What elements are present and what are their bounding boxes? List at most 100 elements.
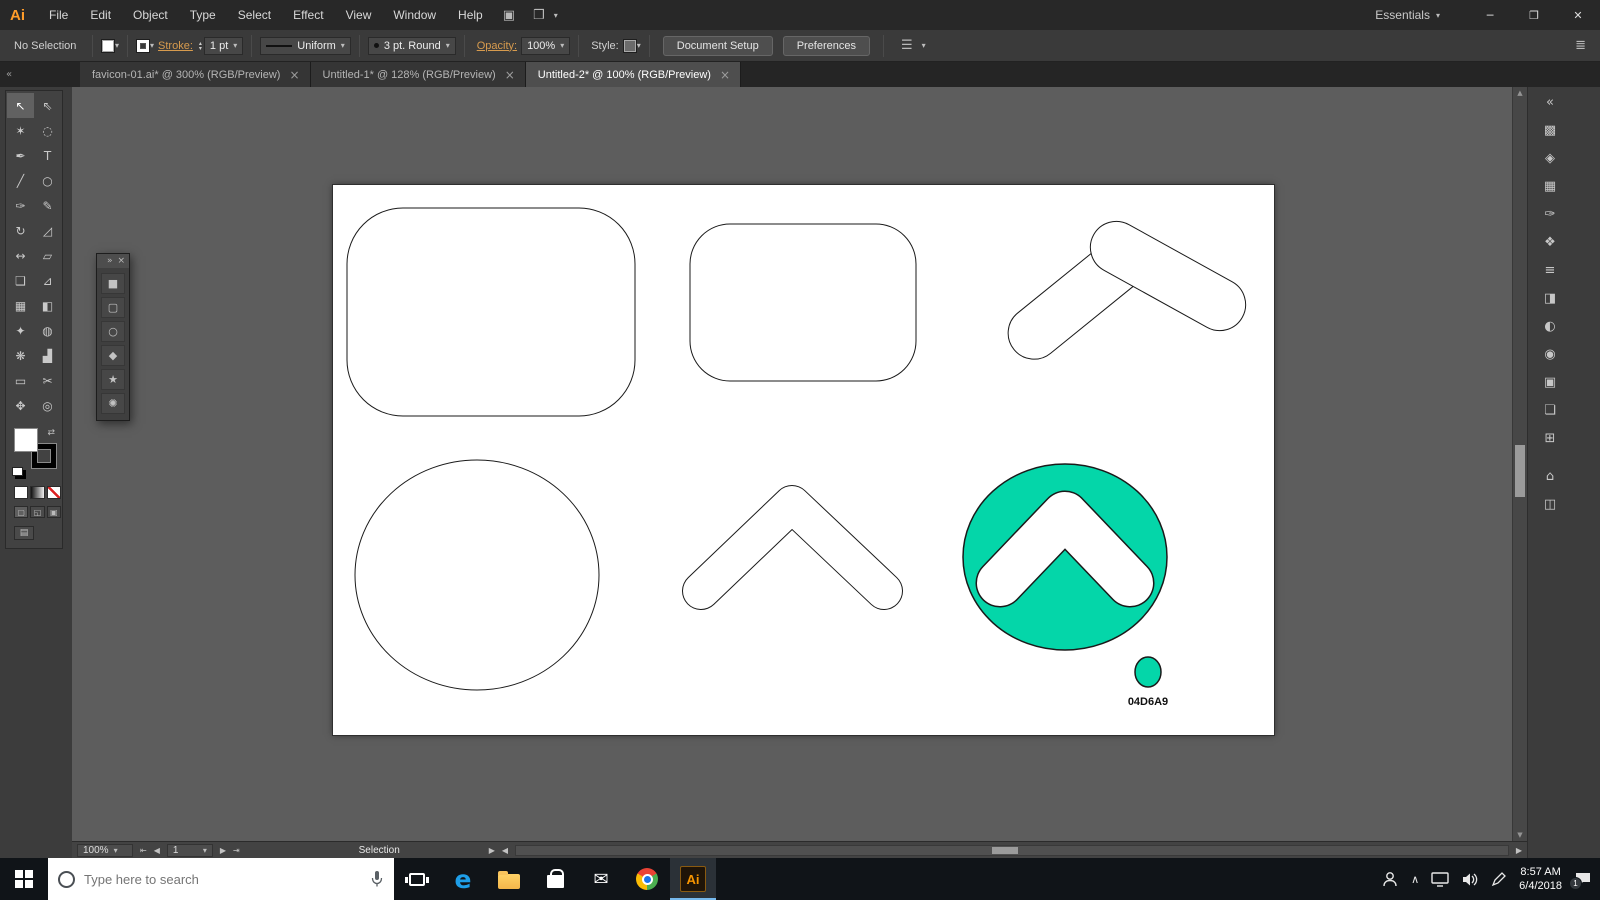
hand-tool[interactable]: ✥ [7,393,34,418]
graphic-styles-panel-icon[interactable]: ▣ [1535,370,1565,395]
rotate-tool[interactable]: ↻ [7,218,34,243]
layers-panel-icon[interactable]: ❏ [1535,398,1565,423]
store-taskbar-button[interactable] [532,858,578,900]
chrome-taskbar-button[interactable] [624,858,670,900]
teal-dot[interactable] [1135,657,1161,687]
expand-panels-icon[interactable]: « [1535,90,1565,115]
first-artboard-button[interactable]: ⇤ [140,846,147,855]
slice-tool[interactable]: ✂ [34,368,61,393]
opacity-select[interactable]: 100% ▾ [521,37,570,55]
scale-tool[interactable]: ◿ [34,218,61,243]
transparency-panel-icon[interactable]: ◐ [1535,314,1565,339]
stroke-weight-stepper[interactable]: ▴ ▾ [199,41,202,51]
lasso-tool[interactable]: ◌ [34,118,61,143]
close-button[interactable]: ✕ [1556,0,1600,30]
tab-close-icon[interactable]: × [289,68,299,82]
stroke-caret-icon[interactable]: ▾ [150,41,154,50]
menu-effect[interactable]: Effect [282,0,334,30]
previous-artboard-button[interactable]: ◀ [154,846,160,855]
selection-tool[interactable]: ↖ [7,93,34,118]
tab-favicon-01[interactable]: favicon-01.ai* @ 300% (RGB/Preview) × [80,62,311,87]
libraries-panel-icon[interactable]: ⌂ [1535,464,1565,489]
magic-wand-tool[interactable]: ✶ [7,118,34,143]
status-display[interactable]: Selection [277,845,482,856]
width-tool[interactable]: ↔ [7,243,34,268]
zoom-tool[interactable]: ◎ [34,393,61,418]
perspective-grid-tool[interactable]: ⊿ [34,268,61,293]
task-view-button[interactable] [394,858,440,900]
direct-selection-tool[interactable]: ⇖ [34,93,61,118]
style-caret-icon[interactable]: ▾ [637,41,641,50]
stock-search-icon[interactable]: ▣ [503,8,515,23]
artboards-panel-icon[interactable]: ⊞ [1535,426,1565,451]
windows-ink-pen-icon[interactable] [1491,871,1507,887]
fill-swatch[interactable] [14,428,38,452]
none-button[interactable] [47,486,61,499]
paintbrush-tool[interactable]: ✑ [7,193,34,218]
opacity-panel-link[interactable]: Opacity: [477,40,517,52]
menu-view[interactable]: View [335,0,383,30]
pencil-tool[interactable]: ✎ [34,193,61,218]
cortana-icon[interactable] [58,871,75,888]
mail-taskbar-button[interactable]: ✉ [578,858,624,900]
menu-help[interactable]: Help [447,0,494,30]
eyedropper-tool[interactable]: ✦ [7,318,34,343]
vertical-scrollbar[interactable]: ▲ ▼ [1512,87,1527,841]
menu-type[interactable]: Type [179,0,227,30]
gradient-tool[interactable]: ◧ [34,293,61,318]
zoom-level-select[interactable]: 100% ▾ [77,844,133,857]
draw-normal-button[interactable]: ▢ [14,506,28,518]
rectangle-tool[interactable]: ■ [101,273,125,294]
stroke-weight-select[interactable]: 1 pt ▾ [204,37,243,55]
illustrator-logo[interactable]: Ai [0,7,38,24]
workspace-switcher[interactable]: Essentials ▾ [1375,8,1440,22]
restore-button[interactable]: ❐ [1512,0,1556,30]
draw-behind-button[interactable]: ◱ [30,506,44,518]
mesh-tool[interactable]: ▦ [7,293,34,318]
artboard-tool[interactable]: ▭ [7,368,34,393]
action-center-button[interactable]: 1 [1574,871,1592,887]
illustrator-taskbar-button[interactable]: Ai [670,858,716,900]
horizontal-scrollbar-thumb[interactable] [992,847,1018,854]
blend-tool[interactable]: ◍ [34,318,61,343]
artboard[interactable]: 04D6A9 [333,185,1274,735]
align-options-icon[interactable]: ☰ [901,38,913,53]
search-input[interactable] [84,872,361,887]
arrange-documents-caret-icon[interactable]: ▾ [554,11,558,20]
stroke-panel-icon[interactable]: ≡ [1535,258,1565,283]
menu-window[interactable]: Window [382,0,447,30]
width-profile-select[interactable]: Uniform ▾ [260,37,351,55]
chevron-outline-inner[interactable] [701,504,884,591]
menu-edit[interactable]: Edit [79,0,122,30]
color-button[interactable] [14,486,28,499]
stroke-panel-link[interactable]: Stroke: [158,40,193,52]
tray-chevron-icon[interactable]: ∧ [1411,873,1419,886]
document-setup-button[interactable]: Document Setup [663,36,773,56]
stepper-down-icon[interactable]: ▾ [199,46,202,51]
panel-menu-icon[interactable]: ≣ [1575,38,1586,53]
ellipse-tool[interactable]: ○ [34,168,61,193]
vertical-scrollbar-thumb[interactable] [1515,445,1525,497]
panel-collapse-icon[interactable]: » [107,256,113,266]
scroll-up-icon[interactable]: ▲ [1513,89,1527,97]
minimize-button[interactable]: ─ [1468,0,1512,30]
edge-taskbar-button[interactable]: e [440,858,486,900]
tab-untitled-1[interactable]: Untitled-1* @ 128% (RGB/Preview) × [311,62,526,87]
free-transform-tool[interactable]: ▱ [34,243,61,268]
h-scroll-left-icon[interactable]: ◀ [502,846,508,855]
gradient-button[interactable] [30,486,44,499]
search-box[interactable] [48,858,394,900]
rounded-rectangle-small[interactable] [690,224,916,381]
h-scroll-right-icon[interactable]: ▶ [1516,846,1522,855]
rounded-rectangle-large[interactable] [347,208,635,416]
people-icon[interactable] [1381,871,1399,887]
rounded-rectangle-tool[interactable]: ▢ [101,297,125,318]
volume-icon[interactable] [1461,872,1479,887]
type-tool[interactable]: T [34,143,61,168]
start-button[interactable] [0,858,48,900]
gradient-panel-icon[interactable]: ◨ [1535,286,1565,311]
symbols-panel-icon[interactable]: ❖ [1535,230,1565,255]
menu-object[interactable]: Object [122,0,179,30]
color-panel-icon[interactable]: ▩ [1535,118,1565,143]
ellipse-shape-tool[interactable]: ○ [101,321,125,342]
